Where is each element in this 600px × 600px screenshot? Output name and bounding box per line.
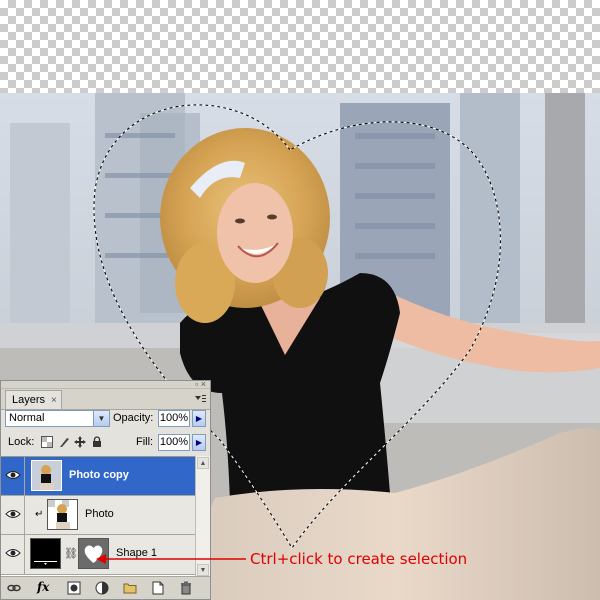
annotation-text: Ctrl+click to create selection — [250, 550, 468, 568]
annotation-arrow — [96, 554, 246, 564]
